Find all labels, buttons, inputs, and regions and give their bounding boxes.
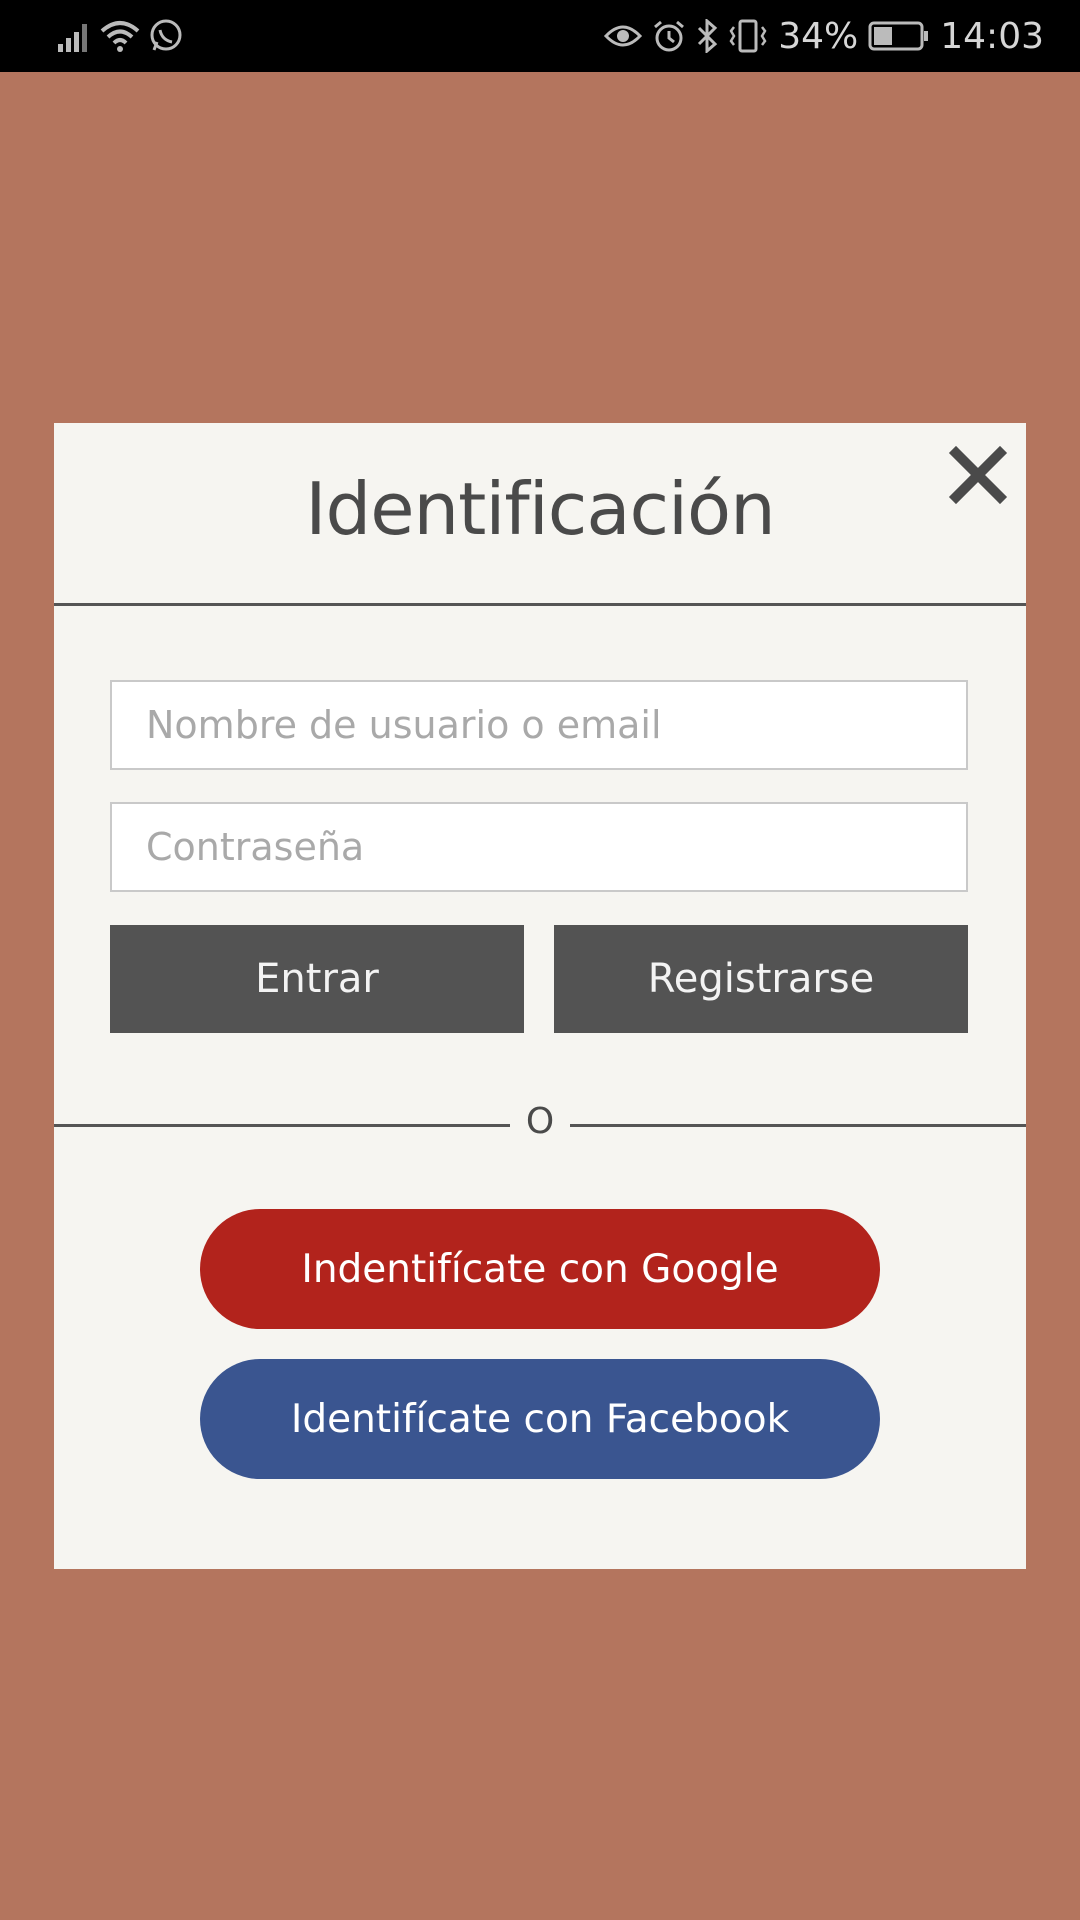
whatsapp-icon [148, 18, 184, 54]
battery-percent: 34% [778, 15, 859, 57]
eye-icon [604, 22, 643, 50]
username-field[interactable] [110, 680, 968, 770]
login-modal: Identificación Entrar Registrarse O Inde… [54, 423, 1026, 1569]
divider-text: O [525, 1101, 555, 1142]
divider-line-right [570, 1124, 1026, 1127]
alarm-icon [652, 19, 686, 53]
modal-title: Identificación [305, 467, 775, 551]
register-button[interactable]: Registrarse [554, 925, 968, 1033]
status-bar-left [56, 14, 184, 58]
close-button[interactable] [948, 445, 1008, 505]
divider-line-left [54, 1124, 510, 1127]
status-bar: 34% 14:03 [0, 0, 1080, 72]
facebook-login-button[interactable]: Identifícate con Facebook [200, 1359, 880, 1479]
battery-icon [868, 21, 930, 51]
vibrate-icon [728, 19, 768, 53]
status-bar-right: 34% 14:03 [604, 14, 1044, 58]
google-login-button[interactable]: Indentifícate con Google [200, 1209, 880, 1329]
password-field[interactable] [110, 802, 968, 892]
bluetooth-icon [696, 19, 718, 53]
modal-header: Identificación [54, 423, 1026, 606]
login-button[interactable]: Entrar [110, 925, 524, 1033]
close-icon [948, 445, 1008, 505]
signal-icon [56, 20, 92, 52]
wifi-icon [100, 19, 140, 53]
status-time: 14:03 [940, 15, 1044, 57]
